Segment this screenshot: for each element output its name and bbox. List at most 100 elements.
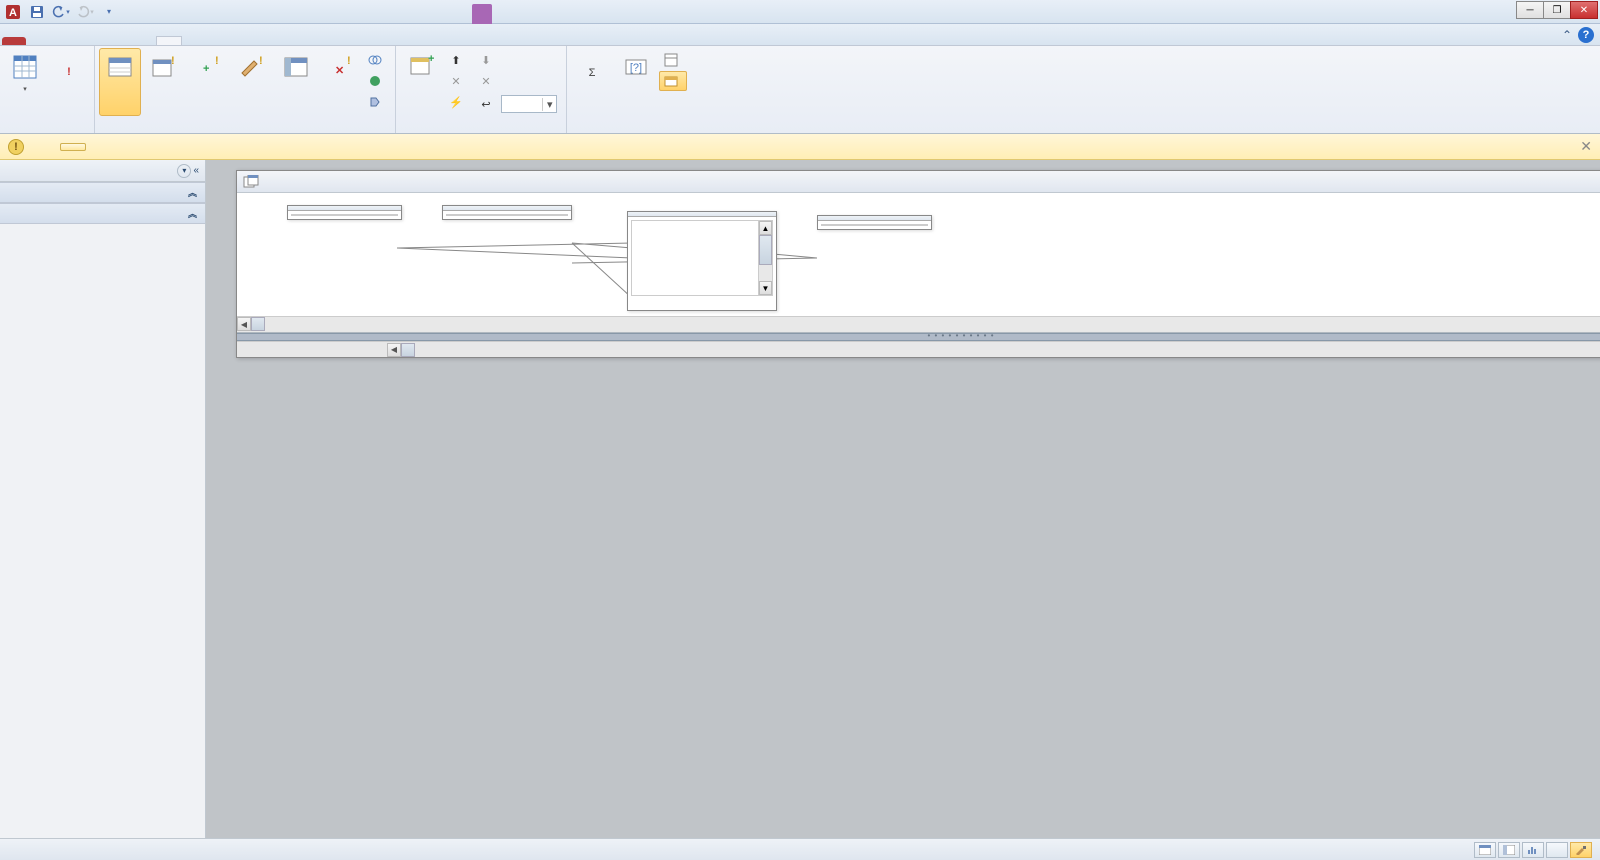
select-query-button[interactable] [99, 48, 141, 116]
insertcols-button[interactable]: ⬇ [474, 50, 562, 70]
deleterows-button[interactable]: ✕ [444, 71, 472, 91]
chevron-down-icon: ▾ [542, 98, 556, 111]
navigation-pane: ▾« ︽ ︽ [0, 160, 206, 838]
delete-query-button[interactable]: ✕! [319, 48, 361, 116]
title-bar: A ▾ ▾ ▾ ─ ❐ ✕ [0, 0, 1600, 24]
params-button[interactable]: [?] [615, 48, 657, 116]
security-warning-bar: ! ✕ [0, 134, 1600, 160]
search-dropdown-icon[interactable]: ▾ [177, 164, 191, 178]
sigma-icon: Σ [578, 53, 606, 81]
nav-category-tables[interactable]: ︽ [0, 182, 205, 203]
query-icon [243, 175, 259, 189]
tab-external[interactable] [78, 37, 102, 45]
maketable-icon: ! [150, 53, 178, 81]
svg-text:!: ! [67, 66, 71, 78]
collapse-icon: ︽ [188, 207, 197, 220]
sql-view-button[interactable] [1546, 842, 1568, 858]
builder-button[interactable]: ⚡ [444, 92, 472, 112]
totals-button[interactable]: Σ [571, 48, 613, 116]
deletecols-button[interactable]: ✕ [474, 71, 562, 91]
tab-dbtools[interactable] [102, 37, 126, 45]
status-bar [0, 838, 1600, 860]
tablenames-button[interactable] [659, 71, 687, 91]
crosstab-button[interactable] [275, 48, 317, 116]
crosstab-icon [282, 53, 310, 81]
svg-text:[?]: [?] [630, 62, 642, 74]
grid-hscroll[interactable]: ◀▶ [237, 341, 1600, 357]
diagram-pane[interactable]: ▲▼ ▲▼ ◀▶ [237, 193, 1600, 333]
svg-text:!: ! [259, 55, 263, 67]
tablenames-icon [664, 74, 678, 88]
close-button[interactable]: ✕ [1570, 1, 1598, 19]
svg-text:!: ! [215, 55, 219, 67]
return-combo[interactable]: ▾ [501, 95, 557, 113]
datadef-icon [368, 95, 382, 109]
nav-header[interactable]: ▾« [0, 160, 205, 182]
tab-design[interactable] [156, 36, 182, 45]
pane-splitter[interactable]: • • • • • • • • • • [237, 333, 1600, 341]
update-button[interactable]: ! [231, 48, 273, 116]
svg-text:!: ! [347, 55, 351, 67]
qbe-grid: ▲▼ ◀▶ [237, 341, 1600, 357]
svg-text:Σ: Σ [589, 67, 596, 79]
group-results: ▾ ! [0, 46, 95, 133]
datadef-button[interactable] [363, 92, 391, 112]
view-button[interactable]: ▾ [4, 48, 46, 116]
chart-view-button[interactable] [1522, 842, 1544, 858]
return-control: ↩ ▾ [474, 92, 562, 116]
query-design-window: ─ ❐ ✕ [236, 170, 1600, 358]
ribbon: ▾ ! ! +! ! [0, 46, 1600, 134]
minimize-ribbon-icon[interactable]: ⌃ [1562, 28, 1572, 42]
return-icon: ↩ [479, 97, 493, 111]
append-button[interactable]: +! [187, 48, 229, 116]
table-box-gorod[interactable] [287, 205, 402, 220]
passthrough-button[interactable] [363, 71, 391, 91]
group-querytype: ! +! ! ✕! [95, 46, 396, 133]
datasheet-view-button[interactable] [1474, 842, 1496, 858]
svg-text:+: + [428, 54, 434, 65]
app-icon[interactable]: A [2, 2, 24, 22]
minimize-button[interactable]: ─ [1516, 1, 1544, 19]
params-icon: [?] [622, 53, 650, 81]
enable-content-button[interactable] [60, 143, 86, 151]
run-button[interactable]: ! [48, 48, 90, 116]
redo-icon[interactable]: ▾ [74, 2, 96, 22]
help-icon[interactable]: ? [1578, 27, 1594, 43]
workspace: ─ ❐ ✕ [206, 160, 1600, 838]
maketable-button[interactable]: ! [143, 48, 185, 116]
shield-icon: ! [8, 139, 24, 155]
propsheet-button[interactable] [659, 50, 687, 70]
save-icon[interactable] [26, 2, 48, 22]
table-box-prodazhi[interactable]: ▲▼ [627, 211, 777, 311]
undo-icon[interactable]: ▾ [50, 2, 72, 22]
propsheet-icon [664, 53, 678, 67]
close-security-icon[interactable]: ✕ [1580, 138, 1592, 155]
select-query-icon [106, 53, 134, 81]
tab-create[interactable] [54, 37, 78, 45]
update-icon: ! [238, 53, 266, 81]
pivot-view-button[interactable] [1498, 842, 1520, 858]
quick-access-toolbar: A ▾ ▾ ▾ [0, 2, 120, 22]
view-switcher [1474, 842, 1592, 858]
tab-home[interactable] [30, 37, 54, 45]
table-box-tovar[interactable] [817, 215, 932, 230]
union-button[interactable] [363, 50, 391, 70]
shutter-icon[interactable]: « [193, 165, 199, 176]
diagram-hscroll[interactable]: ◀▶ [237, 316, 1600, 332]
nav-category-queries[interactable]: ︽ [0, 203, 205, 224]
table-scrollbar[interactable]: ▲▼ [758, 221, 772, 295]
qat-customize-icon[interactable]: ▾ [98, 2, 120, 22]
server-icon [368, 74, 382, 88]
maximize-button[interactable]: ❐ [1543, 1, 1571, 19]
svg-text:+: + [203, 63, 209, 75]
showtable-button[interactable]: + [400, 48, 442, 116]
group-showhide: Σ [?] [567, 46, 691, 133]
query-window-titlebar[interactable]: ─ ❐ ✕ [237, 171, 1600, 193]
tab-file[interactable] [2, 37, 26, 45]
design-view-button[interactable] [1570, 842, 1592, 858]
insertrows-button[interactable]: ⬆ [444, 50, 472, 70]
deletecols-icon: ✕ [479, 74, 493, 88]
window-controls: ─ ❐ ✕ [1517, 1, 1598, 19]
table-box-nakladnaya[interactable] [442, 205, 572, 220]
union-icon [368, 53, 382, 67]
